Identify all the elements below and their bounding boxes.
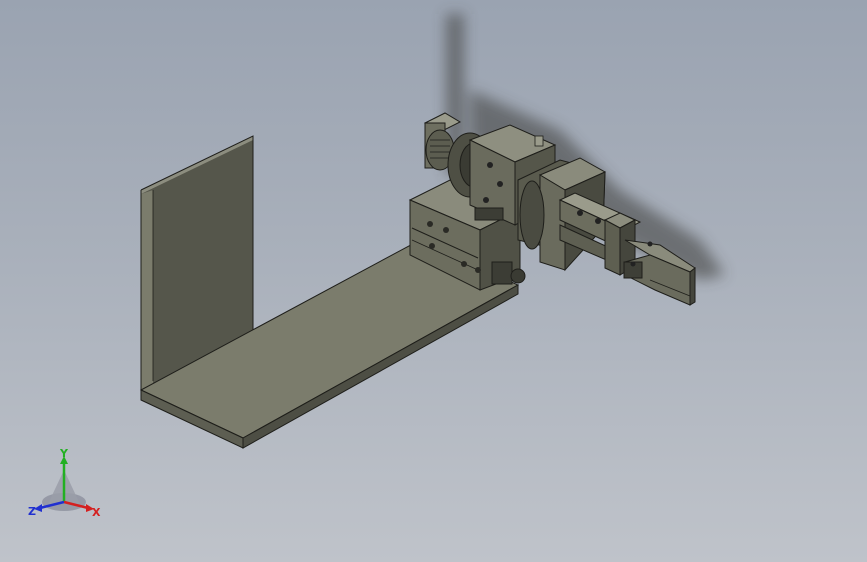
- y-axis-label: Y: [59, 448, 69, 460]
- coordinate-triad: Y X Z: [28, 448, 101, 519]
- cad-model[interactable]: [0, 0, 867, 562]
- z-axis-label: Z: [28, 505, 36, 518]
- x-axis-label: X: [92, 506, 101, 519]
- graphics-viewport[interactable]: Y X Z: [0, 0, 867, 562]
